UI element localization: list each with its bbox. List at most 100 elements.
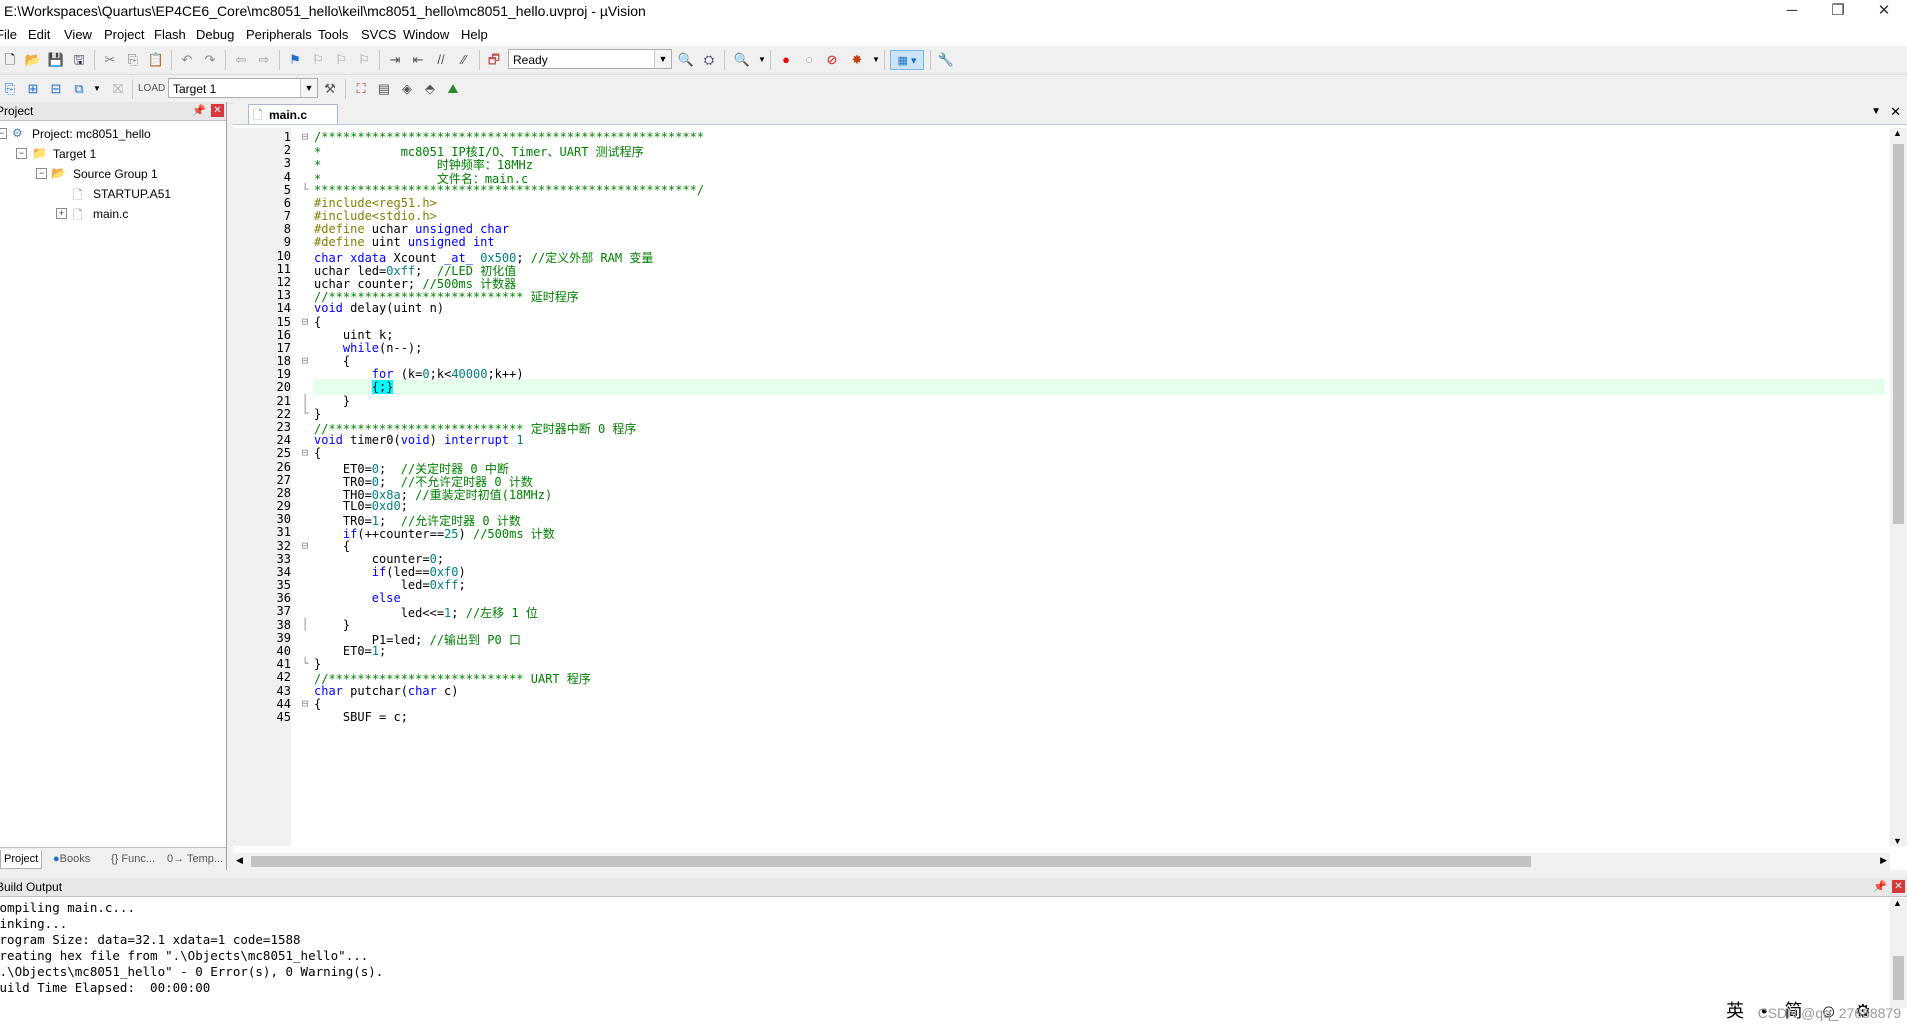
close-panel-icon[interactable]: ✕ bbox=[1892, 880, 1905, 893]
target-options-icon[interactable]: ⚒ bbox=[320, 79, 340, 99]
batch-build-icon[interactable]: ⧉ bbox=[69, 79, 89, 99]
hscroll-thumb[interactable] bbox=[251, 856, 1531, 867]
fold-toggle-icon[interactable]: ⊟ bbox=[298, 130, 312, 143]
manage-rte-icon[interactable]: ◈ bbox=[397, 79, 417, 99]
scroll-thumb[interactable] bbox=[1893, 956, 1904, 1000]
pack-installer-icon[interactable]: ⬘ bbox=[420, 79, 440, 99]
close-panel-icon[interactable]: ✕ bbox=[211, 104, 224, 117]
tab-templates[interactable]: 0→ Temp... bbox=[164, 850, 226, 868]
save-all-icon[interactable]: 🖫 bbox=[69, 50, 89, 70]
menu-file[interactable]: File bbox=[0, 27, 17, 42]
manage-project-items-icon[interactable]: ⛶ bbox=[351, 79, 371, 99]
download-icon[interactable]: LOAD bbox=[138, 79, 165, 99]
stop-build-icon[interactable]: ⛝ bbox=[108, 79, 128, 99]
scroll-down-icon[interactable]: ▼ bbox=[1893, 836, 1902, 846]
insert-breakpoint-icon[interactable]: ● bbox=[776, 50, 796, 70]
comment-icon[interactable]: // bbox=[431, 50, 451, 70]
scroll-thumb[interactable] bbox=[1893, 144, 1904, 524]
menu-peripherals[interactable]: Peripherals bbox=[246, 27, 312, 42]
menu-debug[interactable]: Debug bbox=[196, 27, 234, 42]
close-tab-icon[interactable]: ✕ bbox=[1890, 104, 1901, 120]
tree-group[interactable]: Source Group 1 bbox=[73, 167, 158, 181]
chevron-down-icon[interactable]: ▼ bbox=[752, 50, 772, 70]
redo-icon[interactable]: ↷ bbox=[200, 50, 220, 70]
menu-view[interactable]: View bbox=[64, 27, 92, 42]
pin-icon[interactable]: 📌 bbox=[1873, 878, 1887, 896]
minimize-button[interactable]: ─ bbox=[1769, 0, 1815, 24]
indent-icon[interactable]: ⇥ bbox=[385, 50, 405, 70]
collapse-icon[interactable]: − bbox=[16, 148, 27, 159]
build-icon[interactable]: ⊞ bbox=[23, 79, 43, 99]
fold-toggle-icon[interactable]: ⊟ bbox=[298, 697, 312, 710]
unindent-icon[interactable]: ⇤ bbox=[408, 50, 428, 70]
incremental-find-icon[interactable]: 🔍 bbox=[676, 50, 696, 70]
select-packs-icon[interactable]: ▤ bbox=[374, 79, 394, 99]
undo-icon[interactable]: ↶ bbox=[177, 50, 197, 70]
chevron-down-icon[interactable]: ▼ bbox=[87, 79, 107, 99]
uncomment-icon[interactable]: ⁄⁄ bbox=[454, 50, 474, 70]
nav-back-icon[interactable]: ⇦ bbox=[231, 50, 251, 70]
collapse-icon[interactable]: − bbox=[0, 128, 7, 139]
configure-icon[interactable]: 🔧 bbox=[936, 50, 956, 70]
new-file-icon[interactable]: 🗋 bbox=[0, 50, 20, 70]
menu-flash[interactable]: Flash bbox=[154, 27, 186, 42]
tree-file-main[interactable]: main.c bbox=[93, 207, 128, 221]
collapse-icon[interactable]: − bbox=[36, 168, 47, 179]
tree-file-startup[interactable]: STARTUP.A51 bbox=[93, 187, 171, 201]
scroll-left-icon[interactable]: ◀ bbox=[236, 855, 243, 866]
rebuild-icon[interactable]: ⊟ bbox=[46, 79, 66, 99]
chevron-down-icon[interactable]: ▼ bbox=[1871, 106, 1881, 117]
menu-svcs[interactable]: SVCS bbox=[361, 27, 396, 42]
bookmark-icon[interactable]: ⚑ bbox=[285, 50, 305, 70]
save-icon[interactable]: 💾 bbox=[46, 50, 66, 70]
menu-edit[interactable]: Edit bbox=[28, 27, 50, 42]
find-in-files-icon[interactable]: 🗗 bbox=[484, 50, 504, 70]
clear-bookmarks-icon[interactable]: ⚐ bbox=[354, 50, 374, 70]
tab-functions[interactable]: {} Func... bbox=[108, 850, 158, 868]
menu-window[interactable]: Window bbox=[403, 27, 449, 42]
chevron-down-icon[interactable]: ▼ bbox=[866, 50, 886, 70]
copy-icon[interactable]: ⎘ bbox=[123, 50, 143, 70]
scroll-up-icon[interactable]: ▲ bbox=[1893, 898, 1902, 908]
fold-toggle-icon[interactable]: ⊟ bbox=[298, 354, 312, 367]
tree-target[interactable]: Target 1 bbox=[53, 147, 96, 161]
prev-bookmark-icon[interactable]: ⚐ bbox=[308, 50, 328, 70]
runtime-environment-icon[interactable]: ⛰ bbox=[443, 79, 463, 99]
disable-breakpoints-icon[interactable]: ⊘ bbox=[822, 50, 842, 70]
nav-forward-icon[interactable]: ⇨ bbox=[254, 50, 274, 70]
pin-icon[interactable]: 📌 bbox=[192, 102, 206, 120]
scroll-right-icon[interactable]: ▶ bbox=[1880, 855, 1887, 866]
paste-icon[interactable]: 📋 bbox=[146, 50, 166, 70]
expand-icon[interactable]: + bbox=[56, 208, 67, 219]
tab-main-c[interactable]: 🗋 main.c bbox=[248, 104, 338, 124]
window-layout-icon[interactable]: ▦ ▾ bbox=[890, 50, 924, 70]
tab-books[interactable]: ●Books bbox=[50, 850, 93, 868]
fold-toggle-icon[interactable]: ⊟ bbox=[298, 539, 312, 552]
maximize-button[interactable]: ❐ bbox=[1815, 0, 1861, 24]
debug-session-icon[interactable]: 🔍 bbox=[732, 50, 752, 70]
menu-help[interactable]: Help bbox=[461, 27, 488, 42]
chevron-down-icon[interactable]: ▼ bbox=[300, 79, 317, 97]
cut-icon[interactable]: ✂ bbox=[100, 50, 120, 70]
fold-toggle-icon[interactable]: ⊟ bbox=[298, 446, 312, 459]
scroll-up-icon[interactable]: ▲ bbox=[1893, 128, 1902, 138]
code-area[interactable]: ⊟/**************************************… bbox=[233, 128, 1890, 846]
source-browser-icon[interactable]: ⛭ bbox=[699, 50, 719, 70]
find-combo[interactable]: Ready ▼ bbox=[508, 49, 672, 69]
menu-project[interactable]: Project bbox=[104, 27, 144, 42]
build-scrollbar[interactable]: ▲ bbox=[1890, 898, 1907, 1008]
enable-breakpoint-icon[interactable]: ○ bbox=[799, 50, 819, 70]
menu-tools[interactable]: Tools bbox=[318, 27, 348, 42]
translate-icon[interactable]: ⎘ bbox=[0, 79, 20, 99]
fold-toggle-icon[interactable]: ⊟ bbox=[298, 315, 312, 328]
target-combo[interactable]: Target 1 ▼ bbox=[168, 78, 318, 98]
open-folder-icon[interactable]: 📂 bbox=[23, 50, 43, 70]
next-bookmark-icon[interactable]: ⚐ bbox=[331, 50, 351, 70]
horizontal-scrollbar[interactable]: ◀ ▶ bbox=[233, 853, 1890, 870]
close-window-button[interactable]: ✕ bbox=[1861, 0, 1907, 24]
tab-project[interactable]: Project bbox=[0, 850, 43, 869]
chevron-down-icon[interactable]: ▼ bbox=[654, 50, 671, 68]
tree-project[interactable]: Project: mc8051_hello bbox=[32, 127, 151, 141]
kill-breakpoints-icon[interactable]: ✸ bbox=[847, 50, 867, 70]
build-output-text[interactable]: compiling main.c... linking... Program S… bbox=[0, 898, 1888, 1025]
